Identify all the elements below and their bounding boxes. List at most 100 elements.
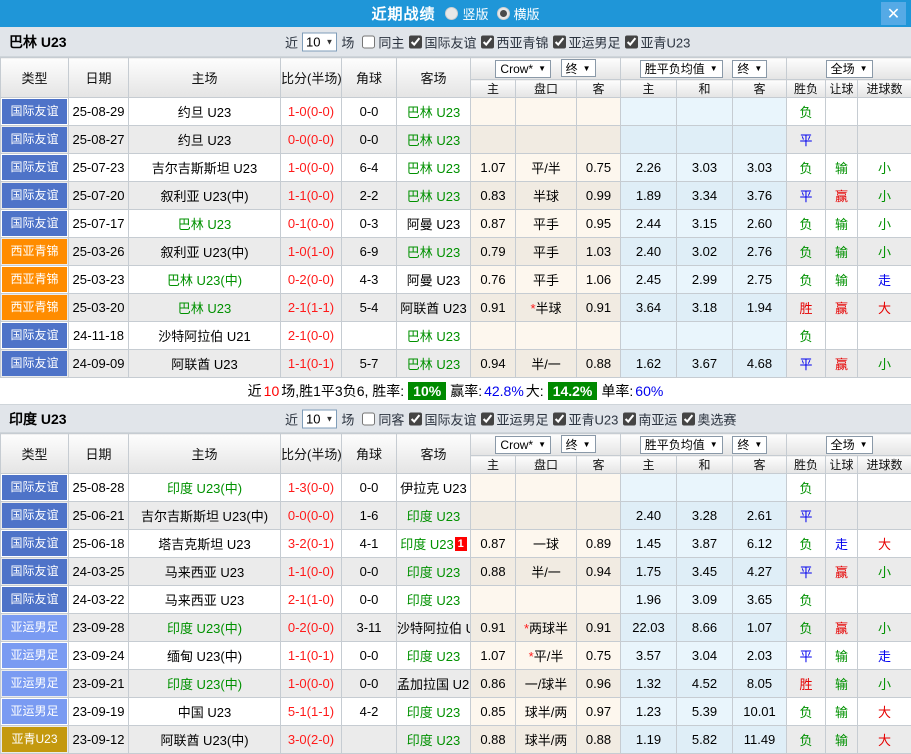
avg-odds-select[interactable]: 胜平负均值▼ [640, 60, 723, 78]
summary-piece: 60% [635, 383, 663, 399]
table-row: 西亚青锦 25-03-26 叙利亚 U23(中) 1-0(1-0) 6-9 巴林… [1, 238, 911, 266]
avg-win-odds: 1.23 [621, 698, 677, 726]
handicap-name: 球半/两 [525, 733, 568, 748]
avg-win-odds [621, 98, 677, 126]
handicap-result: 输 [826, 726, 858, 754]
match-date: 24-09-09 [69, 350, 129, 378]
odds-time-select[interactable]: 终▼ [561, 435, 596, 453]
table-row: 国际友谊 24-11-18 沙特阿拉伯 U21 2-1(0-0) 巴林 U23 … [1, 322, 911, 350]
league-label: 亚运男足 [568, 32, 620, 51]
same-home-label[interactable]: 同主 [378, 32, 404, 51]
league-checkbox[interactable] [553, 412, 566, 425]
avg-odds-select[interactable]: 胜平负均值▼ [640, 436, 723, 454]
radio-horizontal-label[interactable]: 横版 [514, 4, 540, 23]
avg-win-odds: 1.32 [621, 670, 677, 698]
table-row: 国际友谊 24-09-09 阿联酋 U23 1-1(0-1) 5-7 巴林 U2… [1, 350, 911, 378]
league-checkbox[interactable] [625, 35, 638, 48]
corner-score: 0-0 [342, 126, 397, 154]
team-name: 巴林 U23 [9, 32, 67, 52]
away-team-name: 沙特阿拉伯 U23 [397, 621, 471, 636]
handicap-result: 输 [826, 238, 858, 266]
match-date: 24-11-18 [69, 322, 129, 350]
avg-win-odds: 2.40 [621, 238, 677, 266]
match-date: 25-08-29 [69, 98, 129, 126]
scope-select[interactable]: 全场▼ [826, 60, 873, 78]
handicap-result: 输 [826, 154, 858, 182]
bookmaker-select[interactable]: Crow*▼ [495, 436, 551, 454]
avg-win-odds [621, 322, 677, 350]
goals-result: 小 [858, 350, 911, 378]
handicap-result: 输 [826, 698, 858, 726]
league-checkbox[interactable] [553, 35, 566, 48]
summary-piece: 大: [526, 381, 544, 401]
goals-result: 小 [858, 182, 911, 210]
avg-time-select[interactable]: 终▼ [732, 60, 767, 78]
away-team-name: 印度 U23 [407, 565, 460, 580]
subcol-avg-win: 主 [621, 80, 677, 98]
avg-draw-odds: 3.02 [677, 238, 733, 266]
radio-vertical-label[interactable]: 竖版 [462, 4, 488, 23]
subcol-wdl: 胜负 [787, 80, 826, 98]
score-halftime: 1-0(0-0) [281, 98, 342, 126]
goals-result [858, 126, 911, 154]
away-team-name: 巴林 U23 [407, 133, 460, 148]
close-button[interactable]: ✕ [881, 2, 906, 25]
league-filter[interactable]: 奥选赛 [682, 409, 736, 428]
avg-lose-odds: 3.76 [733, 182, 787, 210]
league-filter[interactable]: 亚青U23 [625, 32, 690, 51]
scope-select[interactable]: 全场▼ [826, 436, 873, 454]
radio-horizontal-icon[interactable] [497, 7, 510, 20]
table-row: 国际友谊 25-07-20 叙利亚 U23(中) 1-1(0-0) 2-2 巴林… [1, 182, 911, 210]
avg-draw-odds [677, 322, 733, 350]
league-label: 亚运男足 [496, 409, 548, 428]
league-checkbox[interactable] [409, 412, 422, 425]
away-team-name: 巴林 U23 [407, 357, 460, 372]
league-filter[interactable]: 国际友谊 [409, 32, 476, 51]
avg-draw-odds: 8.66 [677, 614, 733, 642]
league-filter[interactable]: 亚运男足 [481, 409, 548, 428]
avg-win-odds: 2.45 [621, 266, 677, 294]
match-count-select[interactable]: 10 ▼ [302, 409, 337, 428]
league-checkbox[interactable] [481, 35, 494, 48]
chevron-down-icon: ▼ [754, 440, 762, 449]
score-halftime: 0-0(0-0) [281, 502, 342, 530]
avg-lose-odds: 11.49 [733, 726, 787, 754]
league-checkbox[interactable] [481, 412, 494, 425]
league-checkbox[interactable] [623, 412, 636, 425]
same-away-label[interactable]: 同客 [378, 409, 404, 428]
summary-piece: 近 [248, 381, 262, 401]
handicap-name: 平/半 [534, 649, 564, 664]
asian-away-odds: 0.75 [577, 642, 621, 670]
close-icon: ✕ [887, 4, 900, 24]
corner-score: 0-3 [342, 210, 397, 238]
bookmaker-select[interactable]: Crow*▼ [495, 60, 551, 78]
avg-win-odds: 3.57 [621, 642, 677, 670]
league-filter[interactable]: 南亚运 [623, 409, 677, 428]
radio-vertical-icon[interactable] [445, 7, 458, 20]
match-count-select[interactable]: 10 ▼ [302, 32, 337, 51]
same-away-checkbox[interactable] [362, 412, 375, 425]
avg-time-select[interactable]: 终▼ [732, 436, 767, 454]
result-wdl: 负 [787, 98, 826, 126]
subcol-handicap: 盘口 [516, 80, 577, 98]
corner-score: 0-0 [342, 558, 397, 586]
avg-lose-odds: 10.01 [733, 698, 787, 726]
handicap-result: 走 [826, 530, 858, 558]
league-filter[interactable]: 国际友谊 [409, 409, 476, 428]
avg-win-odds: 1.96 [621, 586, 677, 614]
games-label: 场 [341, 409, 354, 428]
handicap-name: 平/半 [531, 161, 561, 176]
goals-result: 小 [858, 558, 911, 586]
league-filter[interactable]: 西亚青锦 [481, 32, 548, 51]
same-home-checkbox[interactable] [362, 35, 375, 48]
asian-home-odds [471, 474, 516, 502]
result-wdl: 负 [787, 154, 826, 182]
match-date: 25-03-26 [69, 238, 129, 266]
league-filter[interactable]: 亚运男足 [553, 32, 620, 51]
league-checkbox[interactable] [682, 412, 695, 425]
league-filter[interactable]: 亚青U23 [553, 409, 618, 428]
odds-time-select[interactable]: 终▼ [561, 59, 596, 77]
league-checkbox[interactable] [409, 35, 422, 48]
summary-bar: 近10场,胜1平3负6, 胜率:10%赢率:42.8% 大:14.2%单率:60… [0, 378, 911, 405]
col-score: 比分(半场) [281, 434, 342, 474]
